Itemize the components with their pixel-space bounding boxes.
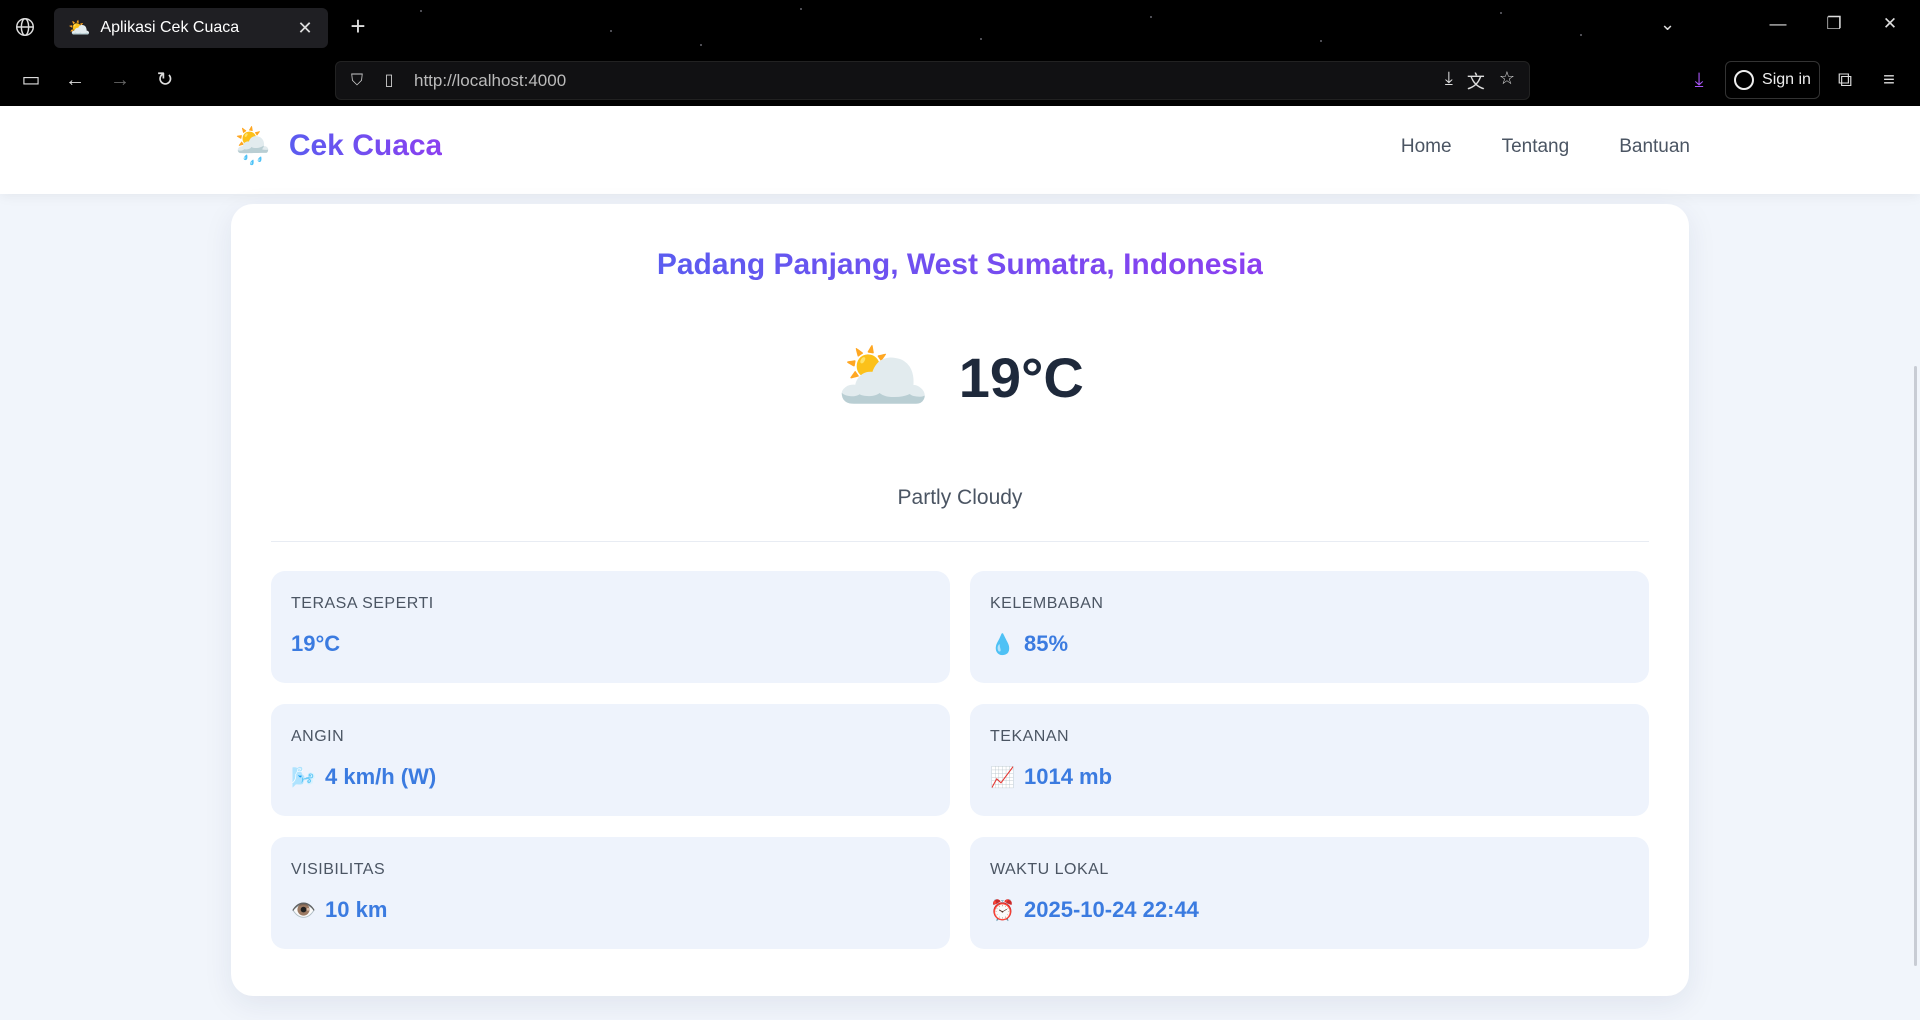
divider [271, 541, 1649, 542]
stat-label: TERASA SEPERTI [291, 595, 434, 612]
stat-value: 10 km [325, 897, 388, 922]
bookmark-star-icon[interactable]: ☆ [1499, 68, 1515, 94]
new-tab-button[interactable]: + [344, 12, 372, 40]
brand[interactable]: 🌦️ Cek Cuaca [230, 126, 442, 166]
stat-value: 85% [1024, 631, 1069, 656]
shield-icon[interactable]: ⛉ [346, 70, 368, 92]
stat-humidity: KELEMBABAN 💧 85% [970, 571, 1649, 683]
sidebar-icon[interactable]: ▭ [18, 67, 44, 93]
droplet-icon: 💧 [990, 633, 1015, 656]
account-icon [1734, 70, 1755, 90]
stat-visibility: VISIBILITAS 👁️ 10 km [271, 837, 950, 949]
nav-home[interactable]: Home [1401, 136, 1452, 158]
stat-label: ANGIN [291, 728, 345, 745]
stat-wind: ANGIN 🌬️ 4 km/h (W) [271, 704, 950, 816]
chart-up-icon: 📈 [990, 766, 1015, 789]
downloads-icon[interactable]: ⤓ [1686, 67, 1712, 93]
stat-label: TEKANAN [990, 728, 1070, 745]
wind-icon: 🌬️ [291, 766, 316, 789]
location-title: Padang Panjang, West Sumatra, Indonesia [656, 248, 1264, 281]
sign-in-button[interactable]: Sign in [1725, 61, 1820, 99]
back-icon[interactable]: ← [62, 67, 88, 93]
tab-title: Aplikasi Cek Cuaca [100, 19, 240, 36]
globe-icon[interactable] [14, 16, 36, 38]
page-icon: ▯ [384, 71, 394, 89]
minimize-icon[interactable]: — [1766, 14, 1790, 34]
stat-value: 1014 mb [1024, 764, 1113, 789]
nav-tentang[interactable]: Tentang [1502, 136, 1570, 158]
browser-tab-bar: ⛅ Aplikasi Cek Cuaca ✕ + ⌄ — ❐ ✕ [0, 0, 1920, 55]
reload-icon[interactable]: ↻ [152, 67, 178, 93]
chevron-down-icon[interactable]: ⌄ [1660, 14, 1675, 35]
stat-value: 19°C [291, 631, 341, 656]
active-tab[interactable]: ⛅ Aplikasi Cek Cuaca ✕ [54, 8, 328, 48]
restore-icon[interactable]: ❐ [1822, 14, 1846, 34]
stat-local-time: WAKTU LOKAL ⏰ 2025-10-24 22:44 [970, 837, 1649, 949]
stat-label: VISIBILITAS [291, 861, 386, 878]
stat-label: WAKTU LOKAL [990, 861, 1109, 878]
page-viewport: 🌦️ Cek Cuaca Home Tentang Bantuan Padang… [0, 106, 1920, 1020]
current-weather: 🌥️ 19°C [231, 334, 1689, 420]
temperature: 19°C [958, 345, 1084, 409]
weather-description: Partly Cloudy [897, 486, 1023, 509]
main-nav: Home Tentang Bantuan [1401, 136, 1690, 158]
brand-name: Cek Cuaca [288, 129, 443, 162]
translate-icon[interactable]: 文 [1467, 68, 1485, 94]
stats-grid: TERASA SEPERTI 19°C KELEMBABAN 💧 85% ANGI… [271, 571, 1649, 949]
download-page-icon[interactable]: ⤓ [1445, 68, 1453, 94]
stat-feels-like: TERASA SEPERTI 19°C [271, 571, 950, 683]
tab-favicon-icon: ⛅ [68, 17, 91, 38]
browser-toolbar: ▭ ← → ↻ ⛉ ▯ http://localhost:4000 ⤓ 文 ☆ … [0, 55, 1920, 106]
menu-icon[interactable]: ≡ [1876, 67, 1902, 93]
nav-bantuan[interactable]: Bantuan [1619, 136, 1690, 158]
weather-logo-icon: 🌦️ [230, 125, 275, 166]
forward-icon[interactable]: → [107, 67, 133, 93]
stat-value: 2025-10-24 22:44 [1024, 897, 1199, 922]
site-header: 🌦️ Cek Cuaca Home Tentang Bantuan [0, 106, 1920, 194]
stat-pressure: TEKANAN 📈 1014 mb [970, 704, 1649, 816]
close-icon[interactable]: ✕ [296, 18, 314, 39]
sign-in-label: Sign in [1762, 71, 1811, 88]
stat-value: 4 km/h (W) [325, 764, 437, 789]
scrollbar[interactable] [1914, 366, 1917, 966]
extensions-icon[interactable]: ⧉ [1832, 67, 1858, 93]
stat-label: KELEMBABAN [990, 595, 1104, 612]
partly-cloudy-icon: 🌥️ [836, 334, 931, 419]
alarm-clock-icon: ⏰ [990, 899, 1015, 922]
url-text[interactable]: http://localhost:4000 [414, 71, 1445, 91]
weather-card: Padang Panjang, West Sumatra, Indonesia … [231, 204, 1689, 996]
eye-icon: 👁️ [291, 899, 316, 922]
address-bar[interactable]: ⛉ ▯ http://localhost:4000 ⤓ 文 ☆ [335, 61, 1530, 100]
window-close-icon[interactable]: ✕ [1878, 14, 1902, 34]
